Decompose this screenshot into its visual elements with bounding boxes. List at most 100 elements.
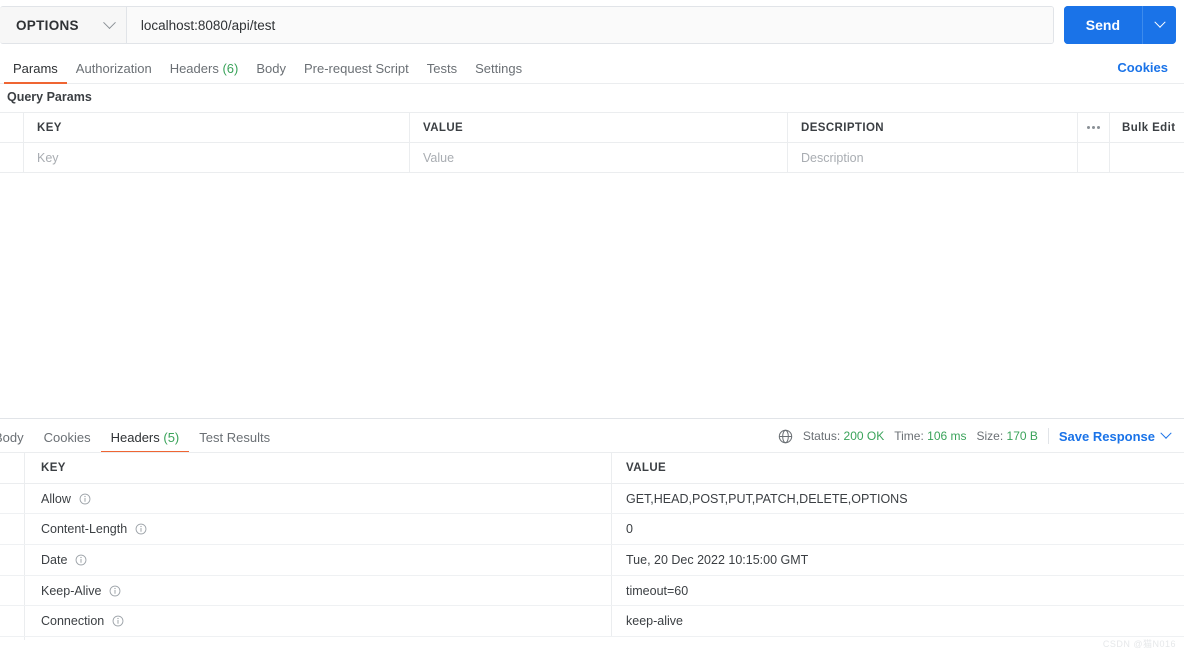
size-value: 170 B	[1006, 429, 1038, 443]
send-button-group: Send	[1063, 6, 1176, 44]
http-method-label: OPTIONS	[16, 17, 79, 33]
send-button[interactable]: Send	[1063, 6, 1142, 44]
tab-label: Test Results	[199, 430, 271, 445]
response-time-item: Time: 106 ms	[894, 429, 966, 443]
globe-icon	[778, 429, 793, 443]
size-label: Size:	[976, 429, 1004, 443]
header-value-cell: keep-alive	[626, 614, 683, 629]
tab-params[interactable]: Params	[4, 61, 67, 84]
tab-body[interactable]: Body	[247, 62, 295, 83]
response-headers-header-row: KEY VALUE	[0, 453, 1184, 484]
info-icon[interactable]	[112, 615, 124, 627]
column-header-value: VALUE	[626, 461, 667, 474]
tab-label: Headers	[169, 61, 219, 76]
header-key-label: Content-Length	[41, 522, 128, 537]
query-params-table: KEY VALUE DESCRIPTION Bulk Edit Key Valu…	[0, 112, 1184, 173]
column-header-description: DESCRIPTION	[788, 112, 1078, 143]
request-url-input[interactable]	[126, 7, 1053, 43]
table-row: Connection keep-alive	[0, 606, 1184, 638]
row-checkbox-cell[interactable]	[0, 142, 24, 173]
column-header-key: KEY	[24, 112, 410, 143]
info-icon[interactable]	[75, 554, 87, 566]
header-value-cell: 0	[626, 522, 633, 537]
info-icon[interactable]	[109, 585, 121, 597]
tab-label: Settings	[475, 61, 523, 76]
header-value-cell: timeout=60	[626, 583, 689, 598]
tab-label: Body	[256, 61, 286, 76]
tab-label: Cookies	[43, 430, 91, 445]
tab-pre-request-script[interactable]: Pre-request Script	[295, 62, 418, 83]
header-key-label: Allow	[41, 491, 71, 506]
param-key-input[interactable]: Key	[24, 142, 410, 173]
response-tab-cookies[interactable]: Cookies	[34, 431, 101, 452]
send-options-button[interactable]	[1142, 6, 1176, 44]
row-spacer-2	[1110, 143, 1184, 173]
select-all-cell[interactable]	[0, 112, 24, 143]
watermark: CSDN @猫N016	[1102, 639, 1176, 649]
tab-count: (6)	[222, 61, 239, 76]
request-tabs: Params Authorization Headers (6) Body Pr…	[0, 51, 1184, 84]
tab-label: Authorization	[75, 61, 152, 76]
tab-authorization[interactable]: Authorization	[67, 62, 161, 83]
header-key-label: Keep-Alive	[41, 583, 102, 598]
response-tab-body[interactable]: Body	[0, 431, 34, 452]
status-divider	[1047, 428, 1049, 444]
request-url-bar: OPTIONS Send	[0, 0, 1184, 50]
ellipsis-icon	[1087, 126, 1100, 129]
save-response-label: Save Response	[1058, 428, 1155, 444]
param-value-input[interactable]: Value	[410, 142, 788, 173]
tab-label: Tests	[426, 61, 458, 76]
tab-label: Headers	[110, 430, 160, 445]
column-header-key: KEY	[0, 453, 612, 483]
response-size-item: Size: 170 B	[977, 429, 1038, 443]
response-status-bar: Status: 200 OK Time: 106 ms Size: 170 B …	[778, 427, 1184, 452]
header-key-label: Date	[41, 552, 68, 567]
table-row: Keep-Alive timeout=60	[0, 575, 1184, 607]
tab-label: Body	[0, 430, 24, 445]
params-more-options-button[interactable]	[1078, 112, 1110, 143]
response-tab-test-results[interactable]: Test Results	[189, 431, 280, 452]
header-value-cell: GET,HEAD,POST,PUT,PATCH,DELETE,OPTIONS	[626, 491, 908, 506]
header-key-cell: Connection	[0, 606, 612, 637]
save-response-button[interactable]: Save Response	[1058, 427, 1172, 444]
header-key-cell: Date	[0, 545, 612, 575]
info-icon[interactable]	[135, 523, 147, 535]
header-key-cell: Content-Length	[0, 514, 612, 545]
table-row: Allow GET,HEAD,POST,PUT,PATCH,DELETE,OPT…	[0, 483, 1184, 515]
tab-count: (5)	[163, 430, 180, 445]
time-label: Time:	[894, 429, 924, 443]
url-shell: OPTIONS	[0, 6, 1054, 44]
header-value-cell: Tue, 20 Dec 2022 10:15:00 GMT	[626, 552, 809, 567]
info-icon[interactable]	[79, 493, 91, 505]
cookies-link[interactable]: Cookies	[1117, 60, 1168, 83]
bulk-edit-button[interactable]: Bulk Edit	[1110, 113, 1184, 143]
response-tabs: Body Cookies Headers (5) Test Results St…	[0, 419, 1184, 453]
http-method-select[interactable]: OPTIONS	[0, 7, 127, 43]
query-params-empty-row: Key Value Description	[0, 142, 1184, 173]
chevron-down-icon	[1153, 16, 1166, 28]
status-value: 200 OK	[843, 429, 885, 443]
table-row: Content-Length 0	[0, 514, 1184, 546]
header-key-cell: Allow	[0, 483, 612, 514]
query-params-title: Query Params	[7, 90, 92, 104]
tab-headers[interactable]: Headers (6)	[161, 62, 248, 83]
tab-settings[interactable]: Settings	[466, 62, 531, 83]
tab-tests[interactable]: Tests	[418, 62, 466, 83]
status-code-item: Status: 200 OK	[803, 429, 884, 443]
column-header-value: VALUE	[410, 112, 788, 143]
tab-label: Params	[13, 61, 58, 76]
chevron-down-icon	[1160, 427, 1172, 439]
time-value: 106 ms	[927, 429, 967, 443]
response-tab-headers[interactable]: Headers (5)	[100, 430, 190, 453]
postman-request-response-view: OPTIONS Send Params Authorization Header…	[0, 0, 1184, 655]
row-spacer	[1078, 142, 1110, 173]
status-label: Status:	[802, 429, 841, 443]
response-headers-table: KEY VALUE Allow GET,HEAD,POST,PUT,PATCH,…	[0, 452, 1184, 638]
header-key-cell: Keep-Alive	[0, 575, 612, 606]
chevron-down-icon	[102, 15, 116, 29]
param-description-input[interactable]: Description	[788, 142, 1078, 173]
query-params-header-row: KEY VALUE DESCRIPTION Bulk Edit	[0, 112, 1184, 143]
table-row: Date Tue, 20 Dec 2022 10:15:00 GMT	[0, 545, 1184, 576]
tab-label: Pre-request Script	[303, 61, 409, 76]
header-key-label: Connection	[41, 614, 105, 629]
